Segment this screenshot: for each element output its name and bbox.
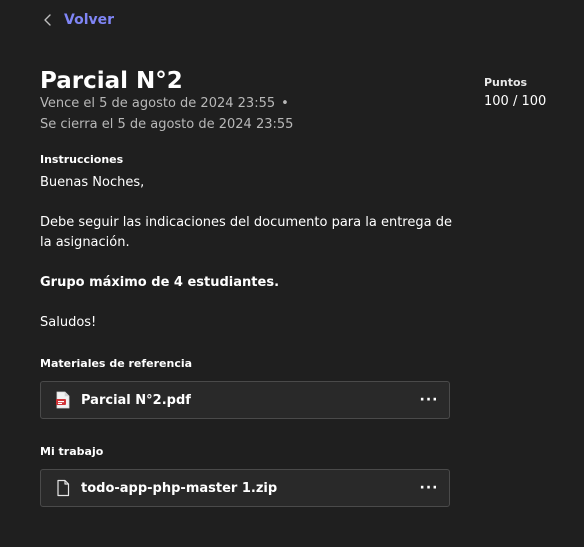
instructions-body: Debe seguir las indicaciones del documen… — [40, 215, 452, 250]
reference-file-name: Parcial N°2.pdf — [81, 392, 191, 408]
close-date-text: Se cierra el 5 de agosto de 2024 23:55 — [40, 117, 294, 132]
instructions-heading: Instrucciones — [40, 153, 124, 166]
instructions-emphasis: Grupo máximo de 4 estudiantes. — [40, 275, 280, 290]
assignment-title: Parcial N°2 — [40, 68, 183, 94]
due-date-line: Vence el 5 de agosto de 2024 23:55 • — [40, 95, 289, 113]
reference-materials-heading: Materiales de referencia — [40, 357, 193, 370]
points-label: Puntos — [484, 76, 528, 89]
instructions-closing: Saludos! — [40, 315, 97, 330]
file-icon — [55, 479, 71, 497]
instructions-greeting: Buenas Noches, — [40, 175, 145, 190]
chevron-left-icon — [40, 12, 56, 28]
my-work-file-name: todo-app-php-master 1.zip — [81, 480, 278, 496]
my-work-file-card[interactable]: todo-app-php-master 1.zip ··· — [40, 469, 450, 507]
points-value: 100 / 100 — [484, 94, 547, 109]
reference-file-card[interactable]: Parcial N°2.pdf ··· — [40, 381, 450, 419]
pdf-file-icon — [55, 391, 71, 409]
due-date-text: Vence el 5 de agosto de 2024 23:55 — [40, 96, 276, 111]
my-work-heading: Mi trabajo — [40, 445, 104, 458]
more-options-icon[interactable]: ··· — [415, 388, 443, 412]
due-separator: • — [281, 96, 289, 111]
back-link[interactable]: Volver — [40, 9, 114, 31]
more-options-icon[interactable]: ··· — [415, 476, 443, 500]
back-link-label: Volver — [64, 12, 115, 28]
